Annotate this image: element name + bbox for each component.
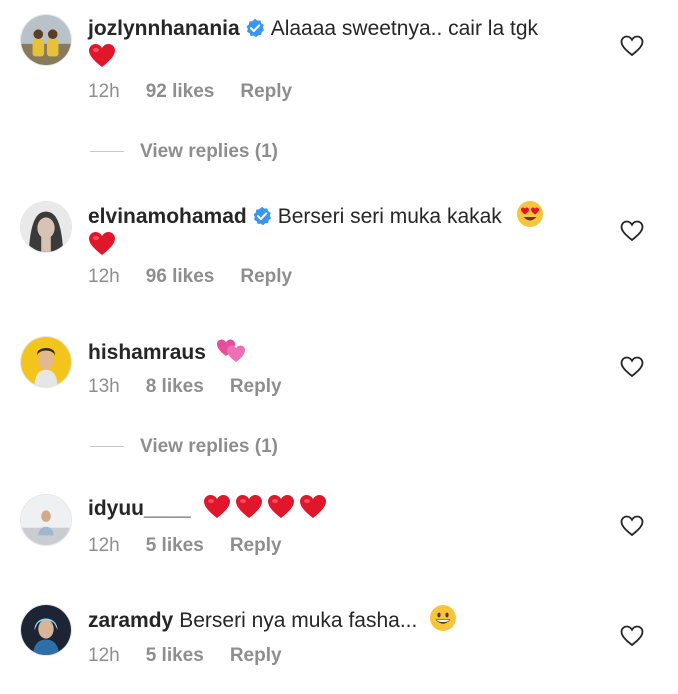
- avatar[interactable]: [20, 14, 72, 66]
- red-heart-icon: [203, 495, 230, 518]
- username[interactable]: idyuu____: [88, 497, 191, 520]
- comment-text: Berseri seri muka kakak: [277, 205, 502, 228]
- likes-count[interactable]: 5 likes: [146, 535, 204, 557]
- like-heart-icon[interactable]: [620, 220, 644, 242]
- avatar[interactable]: [20, 604, 72, 656]
- like-heart-icon[interactable]: [620, 356, 644, 378]
- comment-time: 12h: [88, 81, 120, 102]
- avatar[interactable]: [20, 201, 72, 253]
- verified-badge-icon: [246, 18, 264, 38]
- red-heart-icon: [299, 495, 326, 518]
- red-heart-icon: [267, 495, 294, 518]
- comment-time: 13h: [88, 376, 120, 397]
- red-heart-icon: [89, 44, 115, 67]
- red-heart-icon: [235, 495, 262, 518]
- username[interactable]: hishamraus: [88, 341, 206, 364]
- reply-button[interactable]: Reply: [240, 81, 292, 103]
- red-heart-icon: [89, 232, 115, 255]
- heart-emoji-group: [203, 495, 327, 520]
- username[interactable]: jozlynnhanania: [88, 17, 240, 40]
- like-heart-icon[interactable]: [620, 35, 644, 57]
- view-replies-button[interactable]: View replies (1): [90, 436, 278, 458]
- reply-button[interactable]: Reply: [230, 645, 282, 667]
- reply-button[interactable]: Reply: [230, 376, 282, 398]
- username[interactable]: elvinamohamad: [88, 205, 247, 228]
- comment-time: 12h: [88, 645, 120, 666]
- username[interactable]: zaramdy: [88, 609, 173, 632]
- comment-text: Alaaaa sweetnya.. cair la tgk: [270, 17, 538, 40]
- likes-count[interactable]: 8 likes: [146, 376, 204, 398]
- likes-count[interactable]: 92 likes: [146, 81, 215, 103]
- comment-time: 12h: [88, 535, 120, 556]
- comment-text: Berseri nya muka fasha...: [179, 609, 418, 632]
- comment-time: 12h: [88, 266, 120, 287]
- likes-count[interactable]: 5 likes: [146, 645, 204, 667]
- likes-count[interactable]: 96 likes: [146, 266, 215, 288]
- divider: [90, 151, 124, 153]
- avatar[interactable]: [20, 336, 72, 388]
- divider: [90, 446, 124, 448]
- like-heart-icon[interactable]: [620, 625, 644, 647]
- view-replies-button[interactable]: View replies (1): [90, 141, 278, 163]
- avatar[interactable]: [20, 494, 72, 546]
- heart-eyes-icon: [516, 201, 543, 227]
- verified-badge-icon: [253, 206, 271, 226]
- reply-button[interactable]: Reply: [240, 266, 292, 288]
- reply-button[interactable]: Reply: [230, 535, 282, 557]
- two-hearts-icon: [216, 339, 245, 362]
- grinning-face-icon: [430, 605, 457, 631]
- like-heart-icon[interactable]: [620, 515, 644, 537]
